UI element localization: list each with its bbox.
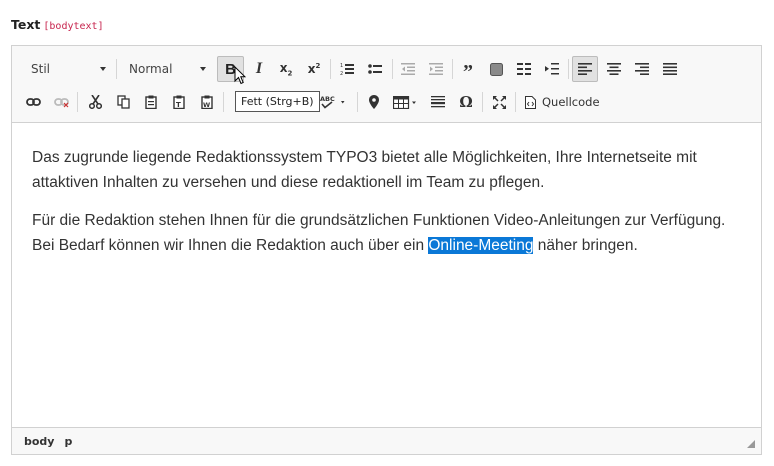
- toolbar-separator: [568, 59, 569, 79]
- toolbar-separator: [223, 92, 224, 112]
- map-marker-icon: [369, 95, 379, 109]
- italic-button[interactable]: I: [247, 56, 271, 82]
- paste-icon: [145, 95, 157, 109]
- align-center-button[interactable]: [602, 56, 626, 82]
- table-button[interactable]: [390, 89, 422, 115]
- map-marker-button[interactable]: [362, 89, 386, 115]
- svg-text:T: T: [176, 101, 181, 109]
- insert-paragraph-button[interactable]: [540, 56, 564, 82]
- spellcheck-button[interactable]: ABC: [317, 89, 353, 115]
- italic-icon: I: [255, 60, 263, 77]
- resize-handle[interactable]: [747, 440, 755, 448]
- indent-button[interactable]: [424, 56, 448, 82]
- unlink-button[interactable]: [49, 89, 73, 115]
- indent-icon: [429, 63, 443, 75]
- selected-text: Online-Meeting: [428, 236, 534, 254]
- table-icon: [393, 95, 416, 109]
- toolbar-separator: [357, 92, 358, 112]
- toolbar-separator: [392, 59, 393, 79]
- cut-icon: [88, 95, 102, 109]
- paste-word-button[interactable]: W: [195, 89, 219, 115]
- svg-text:ABC: ABC: [320, 95, 335, 103]
- toolbar-separator: [482, 92, 483, 112]
- paste-word-icon: W: [201, 95, 213, 109]
- maximize-button[interactable]: [487, 89, 511, 115]
- paragraph: Das zugrunde liegende Redaktionssystem T…: [32, 149, 697, 191]
- source-label: Quellcode: [542, 95, 600, 109]
- source-button[interactable]: Quellcode: [520, 89, 604, 115]
- chevron-down-icon: [200, 67, 206, 71]
- columns-button[interactable]: [512, 56, 536, 82]
- format-combo[interactable]: Normal: [120, 56, 212, 82]
- horizontal-line-button[interactable]: [426, 89, 450, 115]
- horizontal-line-icon: [431, 95, 445, 107]
- link-button[interactable]: [21, 89, 45, 115]
- copy-button[interactable]: [111, 89, 135, 115]
- field-label: Text [bodytext]: [11, 17, 104, 32]
- align-left-icon: [578, 63, 592, 75]
- path-body[interactable]: body: [24, 435, 54, 448]
- editor-content[interactable]: Das zugrunde liegende Redaktionssystem T…: [32, 146, 747, 272]
- format-combo-label: Normal: [129, 62, 173, 76]
- div-container-button[interactable]: [484, 56, 508, 82]
- outdent-button[interactable]: [396, 56, 420, 82]
- paste-button[interactable]: [139, 89, 163, 115]
- align-center-icon: [607, 63, 621, 75]
- style-combo-label: Stil: [31, 62, 50, 76]
- cut-button[interactable]: [83, 89, 107, 115]
- blockquote-button[interactable]: ”: [456, 56, 480, 82]
- subscript-button[interactable]: x2: [274, 56, 298, 82]
- toolbar-separator: [515, 92, 516, 112]
- unlink-icon: [53, 98, 69, 108]
- justify-button[interactable]: [658, 56, 682, 82]
- element-path-bar: body p: [12, 427, 761, 454]
- link-icon: [25, 98, 41, 106]
- special-char-icon: Ω: [459, 93, 473, 111]
- paragraph: Für die Redaktion stehen Ihnen für die g…: [32, 209, 747, 258]
- paste-text-button[interactable]: T: [167, 89, 191, 115]
- rich-text-editor: Stil Normal B I x2 x2 12 ” T W ABC Ω Que…: [11, 45, 762, 455]
- mouse-cursor-icon: [234, 66, 246, 85]
- blockquote-icon: ”: [463, 61, 473, 83]
- toolbar-separator: [116, 59, 117, 79]
- svg-text:W: W: [203, 101, 210, 109]
- toolbar-separator: [77, 92, 78, 112]
- div-container-icon: [489, 62, 503, 76]
- align-right-button[interactable]: [630, 56, 654, 82]
- copy-icon: [116, 95, 130, 109]
- subscript-icon: x2: [279, 60, 293, 78]
- style-combo[interactable]: Stil: [20, 56, 112, 82]
- insert-paragraph-icon: [545, 63, 559, 75]
- paste-text-icon: T: [173, 95, 185, 109]
- bulleted-list-button[interactable]: [363, 56, 387, 82]
- toolbar-separator: [452, 59, 453, 79]
- svg-text:1: 1: [340, 63, 343, 69]
- toolbar-separator: [330, 59, 331, 79]
- justify-icon: [663, 63, 677, 75]
- outdent-icon: [401, 63, 415, 75]
- field-code: [bodytext]: [43, 21, 104, 32]
- superscript-icon: x2: [307, 62, 321, 76]
- source-icon: [525, 95, 536, 109]
- svg-text:2: 2: [340, 71, 343, 76]
- maximize-icon: [492, 95, 506, 109]
- field-label-text: Text: [11, 17, 41, 32]
- superscript-button[interactable]: x2: [302, 56, 326, 82]
- editor-toolbar: Stil Normal B I x2 x2 12 ” T W ABC Ω Que…: [12, 46, 761, 123]
- columns-icon: [517, 63, 531, 75]
- path-p[interactable]: p: [64, 435, 72, 448]
- special-char-button[interactable]: Ω: [454, 89, 478, 115]
- spellcheck-icon: ABC: [320, 95, 345, 109]
- align-left-button[interactable]: [572, 56, 598, 82]
- bold-tooltip: Fett (Strg+B): [235, 91, 320, 112]
- numbered-list-button[interactable]: 12: [335, 56, 359, 82]
- chevron-down-icon: [100, 67, 106, 71]
- paragraph-text: näher bringen.: [533, 236, 638, 254]
- align-right-icon: [635, 63, 649, 75]
- bulleted-list-icon: [368, 64, 382, 74]
- numbered-list-icon: 12: [340, 63, 354, 76]
